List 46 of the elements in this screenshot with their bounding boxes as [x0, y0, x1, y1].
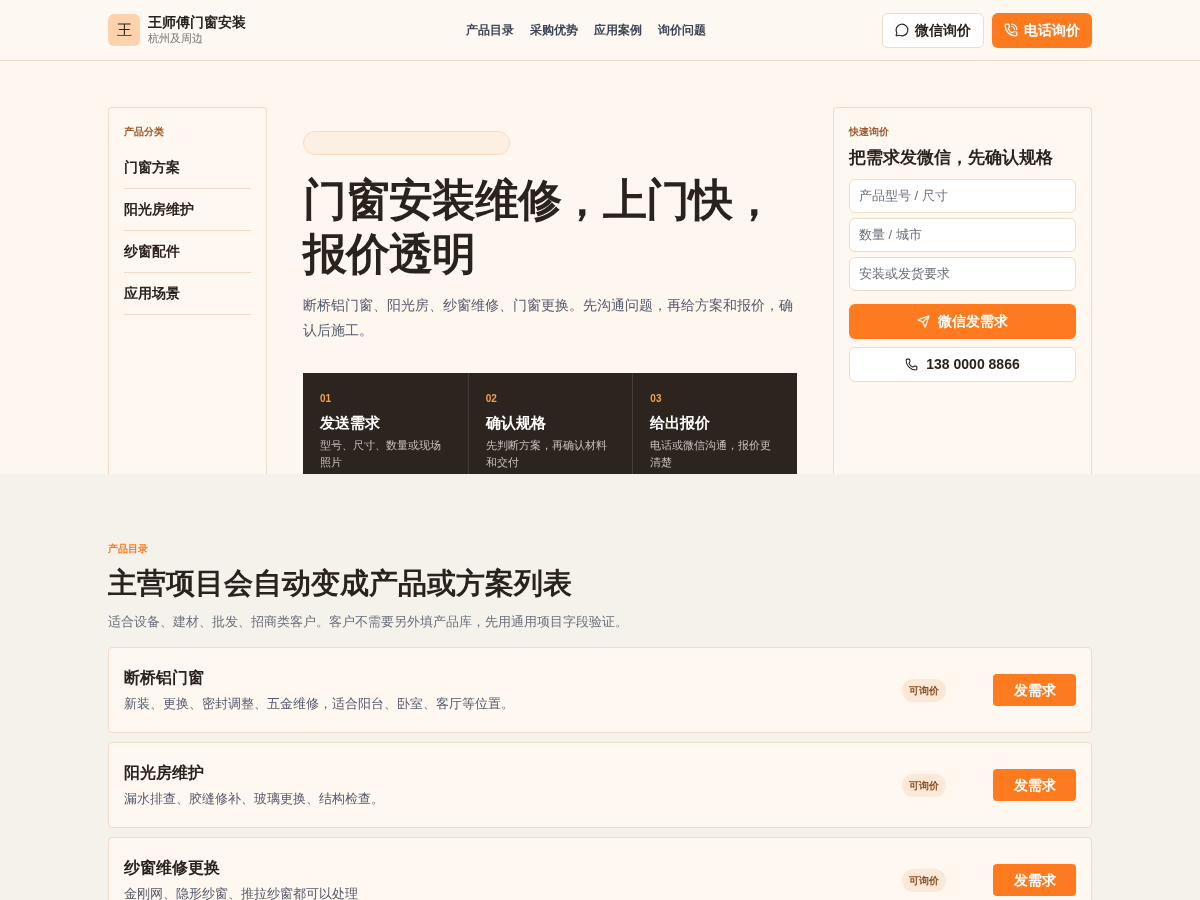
nav-link[interactable]: 采购优势	[530, 21, 578, 39]
nav-link[interactable]: 询价问题	[658, 21, 706, 39]
product-name: 纱窗维修更换	[124, 858, 221, 879]
phone-icon	[1004, 23, 1018, 37]
send-icon	[917, 314, 930, 328]
step-title: 给出报价	[650, 413, 712, 434]
product-name: 阳光房维护	[124, 763, 205, 784]
product-name: 断桥铝门窗	[124, 668, 205, 689]
nav-link[interactable]: 应用案例	[594, 21, 642, 39]
category-link[interactable]: 阳光房维护	[124, 189, 251, 231]
product-description: 金刚网、隐形纱窗、推拉纱窗都可以处理	[124, 885, 358, 900]
quote-eyebrow: 快速询价	[849, 125, 890, 139]
brand-region: 杭州及周边	[148, 31, 204, 46]
status-badge: 可询价	[902, 678, 946, 702]
step-title: 确认规格	[485, 413, 547, 434]
section-eyebrow: 产品目录	[108, 542, 149, 556]
category-link[interactable]: 门窗方案	[124, 147, 251, 189]
input-field[interactable]: 数量 / 城市	[849, 217, 1076, 252]
section-subtitle: 适合设备、建材、批发、招商类客户。客户不需要另外填产品库，先用通用项目字段验证。	[108, 612, 629, 631]
quote-title: 把需求发微信，先确认规格	[849, 147, 1054, 169]
step-number: 03	[650, 392, 663, 407]
step-text: 型号、尺寸、数量或现场照片	[320, 437, 442, 470]
section-title: 主营项目会自动变成产品或方案列表	[108, 566, 573, 601]
wechat-button[interactable]: 微信询价	[882, 12, 984, 48]
hero-title: 门窗安装维修，上门快，报价透明	[303, 174, 776, 281]
phone-number-button[interactable]: 138 0000 8866	[849, 346, 1076, 382]
phone-icon	[905, 357, 919, 371]
step-number: 02	[485, 392, 498, 407]
product-description: 漏水排查、胶缝修补、玻璃更换、结构检查。	[124, 790, 384, 809]
input-field[interactable]: 安装或发货要求	[849, 256, 1076, 291]
input-field[interactable]: 产品型号 / 尺寸	[849, 178, 1076, 213]
step-title: 发送需求	[320, 413, 381, 434]
status-badge: 可询价	[902, 868, 946, 892]
step-text: 先判断方案，再确认材料和交付	[485, 437, 608, 470]
category-link[interactable]: 纱窗配件	[124, 231, 251, 273]
product-description: 新装、更换、密封调整、五金维修，适合阳台、卧室、客厅等位置。	[124, 695, 514, 714]
sidebar-heading: 产品分类	[124, 125, 165, 139]
brand-name: 王师傅门窗安装	[148, 14, 246, 32]
logo-badge: 王	[108, 14, 140, 46]
category-link[interactable]: 应用场景	[124, 273, 251, 315]
step-number: 01	[320, 392, 333, 407]
chat-icon	[895, 23, 909, 37]
hero-intro: 断桥铝门窗、阳光房、纱窗维修、门窗更换。先沟通问题，再给方案和报价，确认后施工。	[303, 296, 794, 341]
status-badge: 可询价	[902, 773, 946, 797]
nav-link[interactable]: 产品目录	[466, 21, 514, 39]
step-text: 电话或微信沟通，报价更清楚	[650, 437, 773, 470]
